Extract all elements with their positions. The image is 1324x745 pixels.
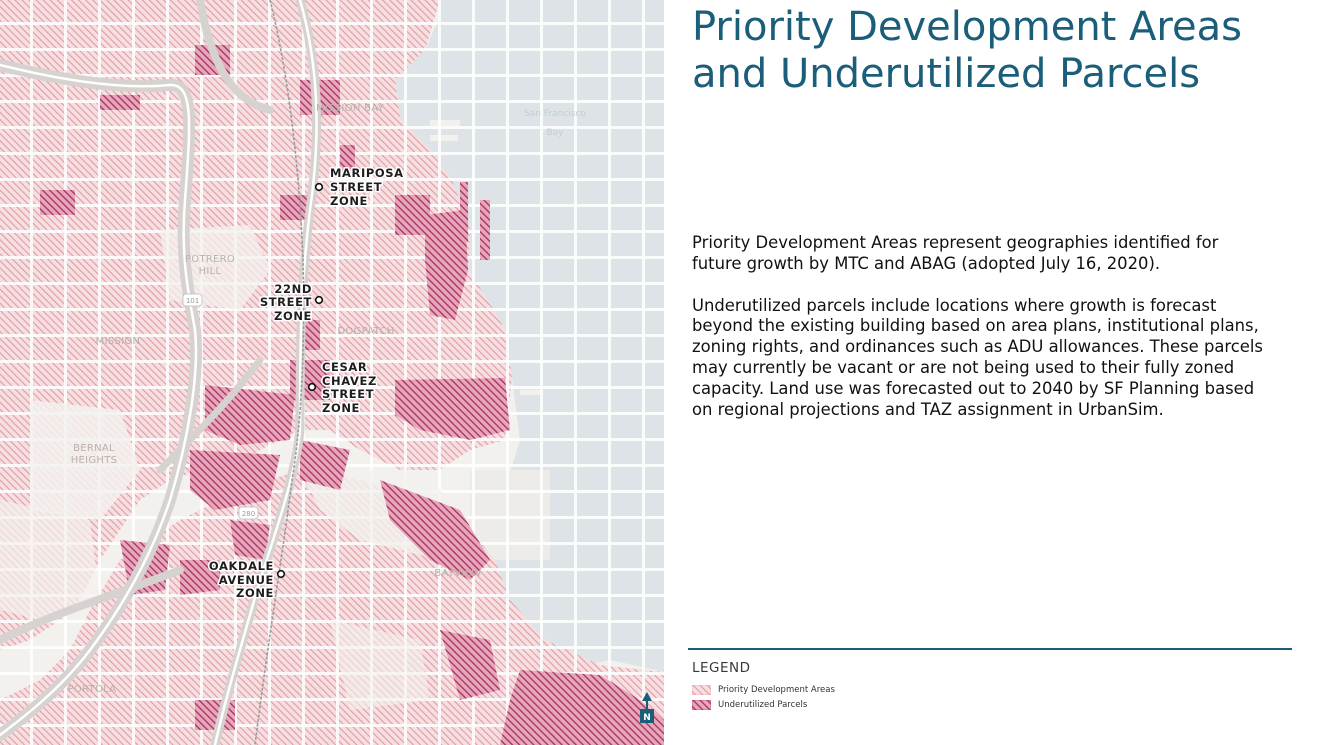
- legend-item-pda: Priority Development Areas: [692, 682, 1092, 697]
- svg-text:MARIPOSA: MARIPOSA: [330, 166, 404, 180]
- label-mission-bay: MISSION BAY: [316, 103, 385, 114]
- label-bernal-1: BERNAL: [73, 443, 115, 454]
- label-mission: MISSION: [96, 336, 141, 347]
- page-title: Priority Development Areas and Underutil…: [692, 4, 1312, 98]
- svg-text:ZONE: ZONE: [274, 309, 312, 323]
- legend-divider: [688, 648, 1292, 650]
- svg-text:22ND: 22ND: [274, 282, 312, 296]
- legend-item-underutilized: Underutilized Parcels: [692, 697, 1092, 712]
- underutilized-swatch-icon: [692, 699, 711, 710]
- description-paragraph-2: Underutilized parcels include locations …: [692, 295, 1263, 419]
- highway-shield-101: 101: [182, 293, 203, 307]
- label-bernal-2: HEIGHTS: [71, 455, 118, 466]
- title-line-1: Priority Development Areas: [692, 4, 1242, 50]
- svg-text:STREET: STREET: [322, 387, 374, 401]
- description-paragraph-1: Priority Development Areas represent geo…: [692, 233, 1219, 273]
- label-dogpatch: DOGPATCH: [337, 326, 394, 337]
- pda-swatch-icon: [692, 684, 711, 695]
- svg-text:ZONE: ZONE: [330, 194, 368, 208]
- map-panel[interactable]: 101 280 MISSION BAY POTRERO HILL MISSION…: [0, 0, 664, 745]
- svg-text:CESAR: CESAR: [322, 360, 367, 374]
- svg-text:STREET: STREET: [260, 295, 312, 309]
- map-canvas[interactable]: 101 280 MISSION BAY POTRERO HILL MISSION…: [0, 0, 664, 745]
- svg-text:STREET: STREET: [330, 180, 382, 194]
- water-label-1: San Francisco: [524, 109, 586, 119]
- svg-text:AVENUE: AVENUE: [219, 573, 274, 587]
- label-potrero-2: HILL: [199, 266, 222, 277]
- label-bayview: BAYVIEW: [434, 568, 481, 579]
- highway-shield-280: 280: [238, 506, 259, 520]
- water-label-2: Bay: [546, 128, 564, 138]
- svg-text:ZONE: ZONE: [236, 586, 274, 600]
- title-line-2: and Underutilized Parcels: [692, 51, 1201, 97]
- svg-text:N: N: [643, 713, 651, 723]
- legend-title: LEGEND: [692, 660, 751, 676]
- svg-text:OAKDALE: OAKDALE: [209, 559, 274, 573]
- legend: LEGEND Priority Development Areas Underu…: [692, 660, 1092, 712]
- svg-text:CHAVEZ: CHAVEZ: [322, 374, 377, 388]
- description: Priority Development Areas represent geo…: [692, 233, 1272, 441]
- svg-text:280: 280: [242, 510, 255, 518]
- label-potrero-1: POTRERO: [185, 254, 235, 265]
- label-portola: PORTOLA: [68, 684, 117, 695]
- legend-label-pda: Priority Development Areas: [718, 684, 835, 695]
- legend-label-underutilized: Underutilized Parcels: [718, 699, 808, 710]
- svg-text:ZONE: ZONE: [322, 401, 360, 415]
- svg-text:101: 101: [186, 297, 199, 305]
